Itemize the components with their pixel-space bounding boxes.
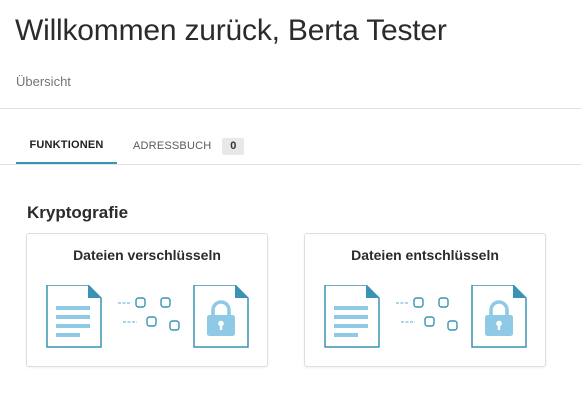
tab-functions[interactable]: FUNKTIONEN [16, 128, 117, 164]
decrypt-illustration-icon [324, 285, 527, 348]
tab-divider [0, 164, 582, 165]
encrypt-files-card-title: Dateien verschlüsseln [73, 247, 221, 263]
addressbook-count-badge: 0 [222, 137, 245, 155]
decrypt-files-card-title: Dateien entschlüsseln [351, 247, 499, 263]
document-icon [46, 285, 102, 348]
section-title-cryptography: Kryptografie [27, 203, 129, 222]
breadcrumb: Übersicht [16, 74, 71, 89]
decrypt-files-card[interactable]: Dateien entschlüsseln [304, 233, 546, 367]
encrypt-files-card[interactable]: Dateien verschlüsseln [26, 233, 268, 367]
tab-bar: FUNKTIONEN ADRESSBUCH 0 [16, 128, 582, 166]
tab-functions-label: FUNKTIONEN [29, 139, 104, 151]
encrypt-illustration-icon [46, 285, 249, 348]
page-title: Willkommen zurück, Berta Tester [15, 14, 447, 47]
document-icon [324, 285, 380, 348]
header-divider [0, 108, 582, 109]
data-flow-icon [396, 297, 458, 331]
dashboard-page: Willkommen zurück, Berta Tester Übersich… [0, 0, 582, 398]
tab-addressbook[interactable]: ADRESSBUCH 0 [133, 128, 245, 164]
tab-addressbook-label: ADRESSBUCH [133, 140, 212, 152]
locked-file-icon [193, 285, 249, 348]
data-flow-icon [118, 297, 180, 331]
locked-file-icon [471, 285, 527, 348]
